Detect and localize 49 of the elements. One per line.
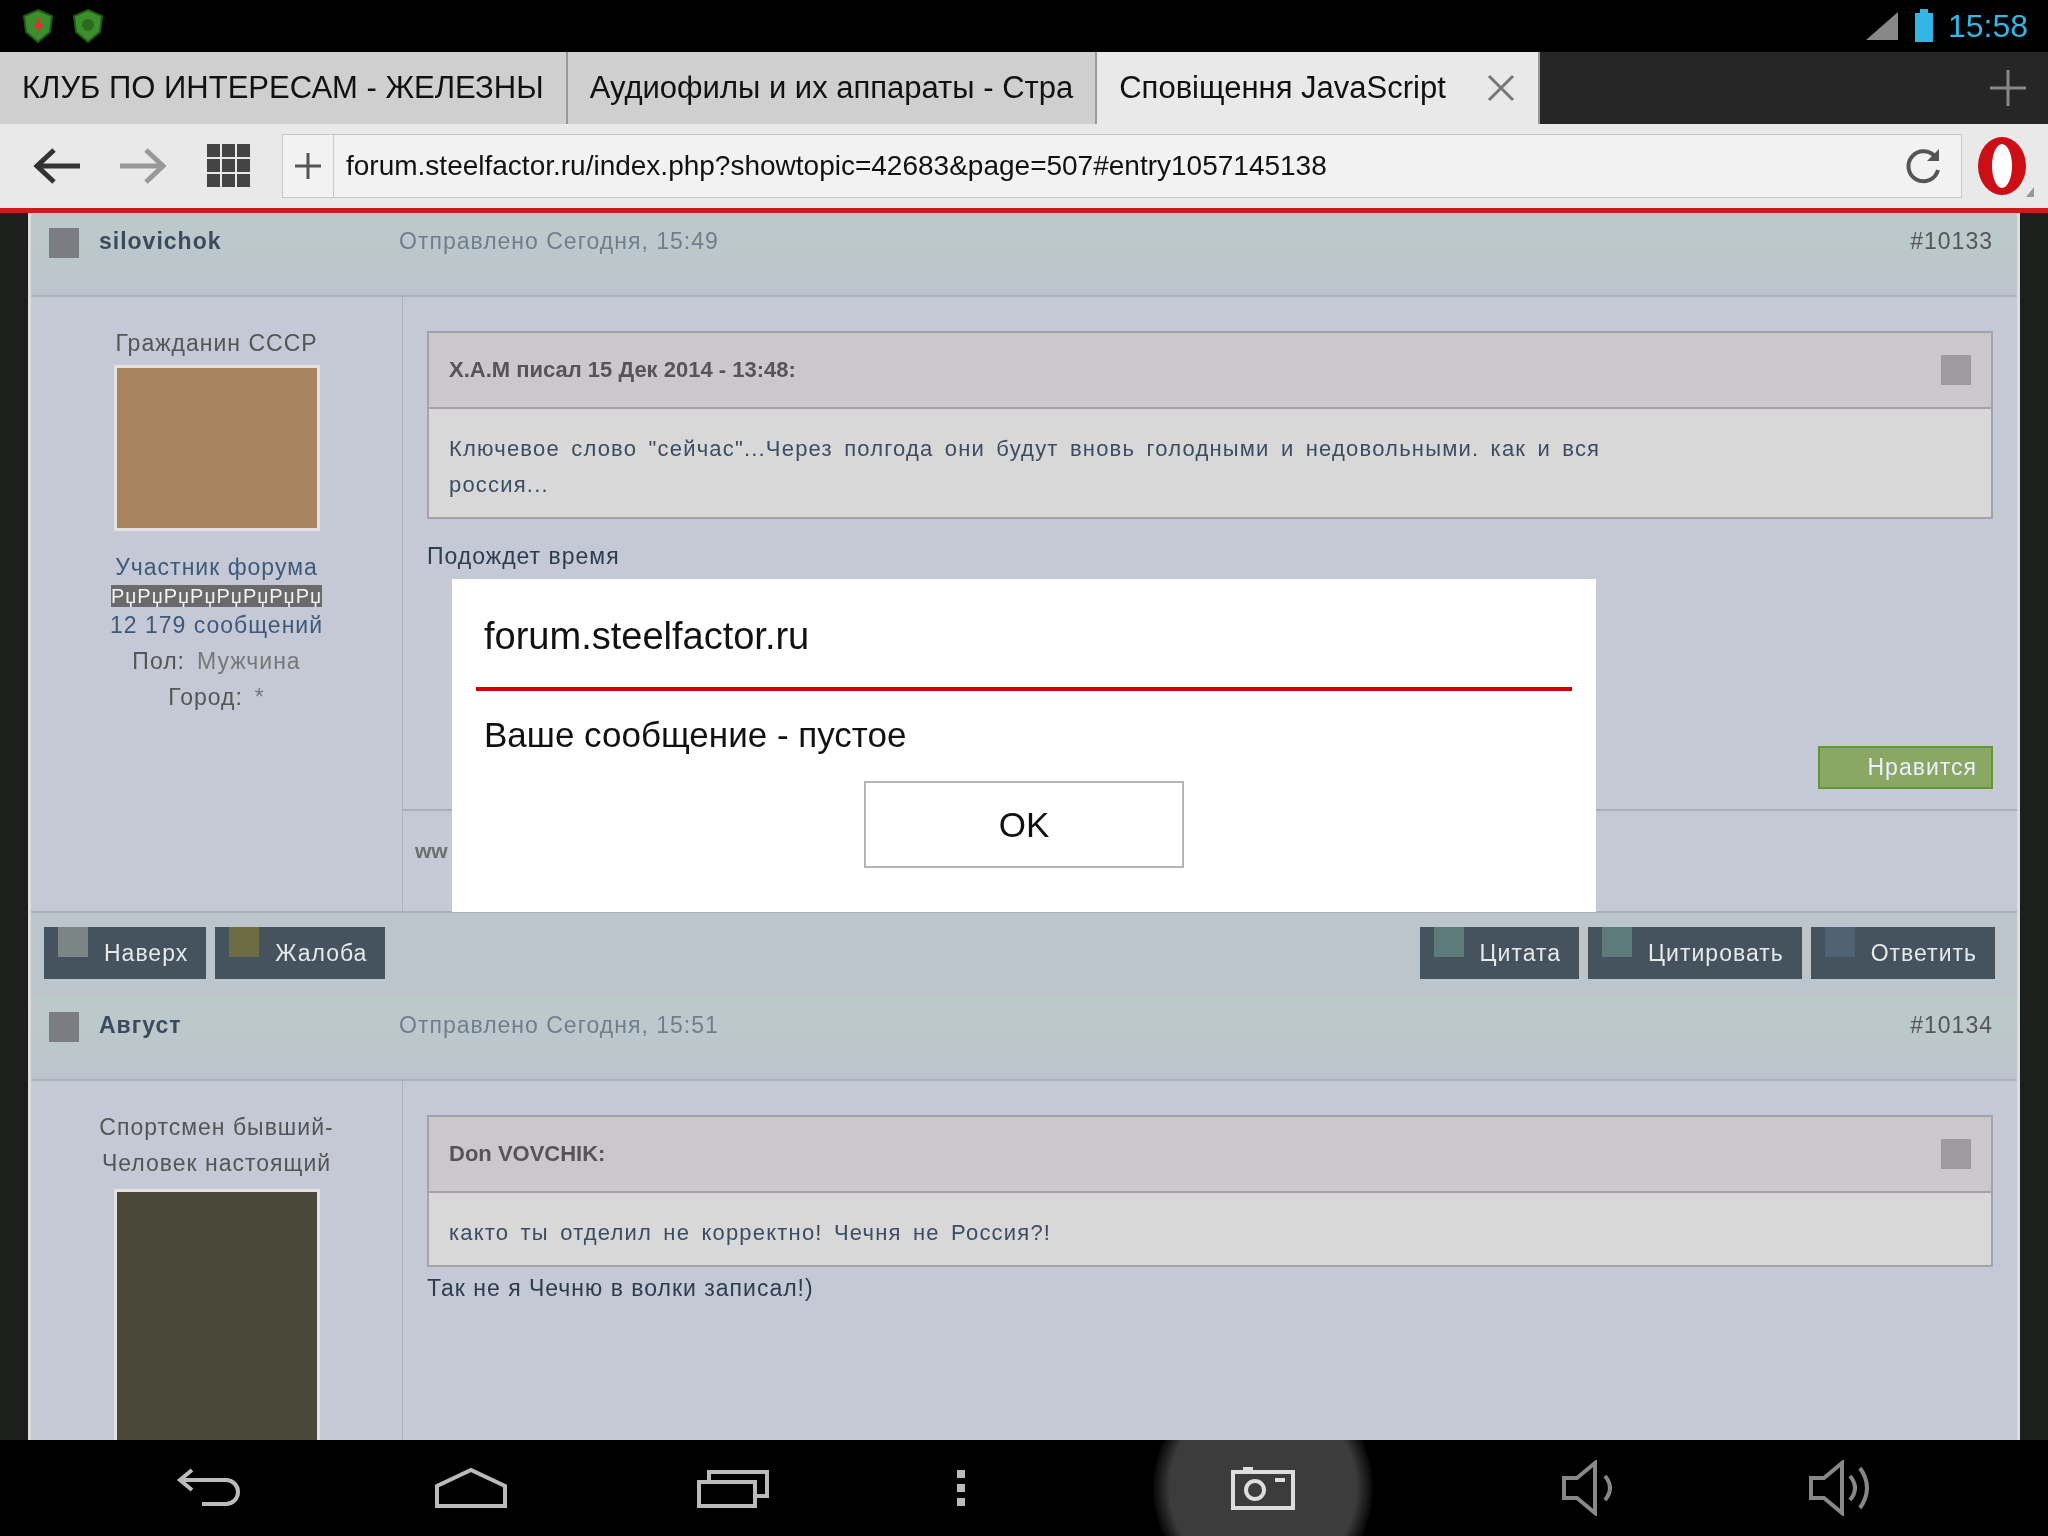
post-text: Подождет время (427, 543, 621, 570)
user-icon (49, 228, 79, 258)
ok-button[interactable]: OK (864, 781, 1184, 868)
quote-header: Х.А.М писал 15 Дек 2014 - 13:48: (449, 357, 796, 383)
user-title: Спортсмен бывший-Человек настоящий (98, 1113, 335, 1178)
field-label: Город: (168, 684, 243, 710)
dialog-message: Ваше сообщение - пустое (483, 714, 908, 755)
quote-text: Ключевое слово "сейчас"...Через полгода они будут вновь голодными и недовольными. как и вся россия... (448, 435, 1602, 499)
browser-tab[interactable]: КЛУБ ПО ИНТЕРЕСАМ - ЖЕЛЕЗНЫ (0, 52, 568, 124)
quote-header: Don VOVCHIK: (449, 1141, 606, 1167)
post-author[interactable]: Август (99, 1012, 399, 1039)
post-text: Так не я Чечню в волки записал!) (427, 1275, 815, 1302)
post-action-button[interactable]: Жалоба (215, 927, 386, 979)
browser-tab[interactable]: Аудиофилы и их аппараты - Стра (567, 52, 1098, 124)
post-action-button[interactable]: Наверх (44, 927, 207, 979)
address-bar[interactable]: forum.steelfactor.ru/index.php?showtopic=42683&page=507#entry1057145138 (282, 134, 1962, 198)
quote-text: както ты отделил не корректно! Чечня не Россия?! (448, 1219, 1053, 1247)
shield-icon (70, 8, 106, 44)
dialog-title: forum.steelfactor.ru (476, 579, 1572, 691)
field-value: * (254, 684, 265, 710)
grid-icon[interactable] (207, 144, 251, 188)
user-group: Участник форума (115, 549, 318, 585)
user-icon (49, 1012, 79, 1042)
post-count: 12 179 сообщений (109, 611, 324, 640)
post-action-button[interactable]: Цитировать (1588, 927, 1802, 979)
reload-icon[interactable] (1903, 146, 1943, 186)
battery-icon (1913, 9, 1934, 43)
recent-apps-icon[interactable] (696, 1468, 769, 1508)
post-action-button[interactable]: Ответить (1810, 927, 1995, 979)
post-action-button[interactable]: Цитата (1419, 927, 1580, 979)
shield-icon (20, 8, 56, 44)
garbled-text: РџРџРџРџРџРџРџРџ (110, 585, 323, 607)
field-value: Мужчина (197, 648, 301, 674)
post-author[interactable]: silovichok (99, 228, 399, 255)
field-label: Пол: (132, 648, 185, 674)
post-date: Отправлено Сегодня, 15:51 (399, 1012, 720, 1039)
menu-icon[interactable] (955, 1470, 966, 1506)
user-title: Гражданин СССР (115, 329, 318, 358)
close-icon[interactable] (1485, 73, 1516, 103)
post-number[interactable]: #10133 (1910, 228, 1993, 255)
home-icon[interactable] (433, 1466, 510, 1510)
post-date: Отправлено Сегодня, 15:49 (399, 228, 720, 255)
camera-icon[interactable] (1231, 1466, 1296, 1510)
new-tab-icon[interactable] (1988, 68, 2028, 108)
add-icon[interactable] (293, 151, 323, 181)
browser-tab[interactable]: Сповіщення JavaScript (1097, 52, 1540, 124)
back-icon[interactable] (32, 146, 82, 186)
clock-text: 15:58 (1947, 7, 2028, 45)
post-number[interactable]: #10134 (1910, 1012, 1993, 1039)
